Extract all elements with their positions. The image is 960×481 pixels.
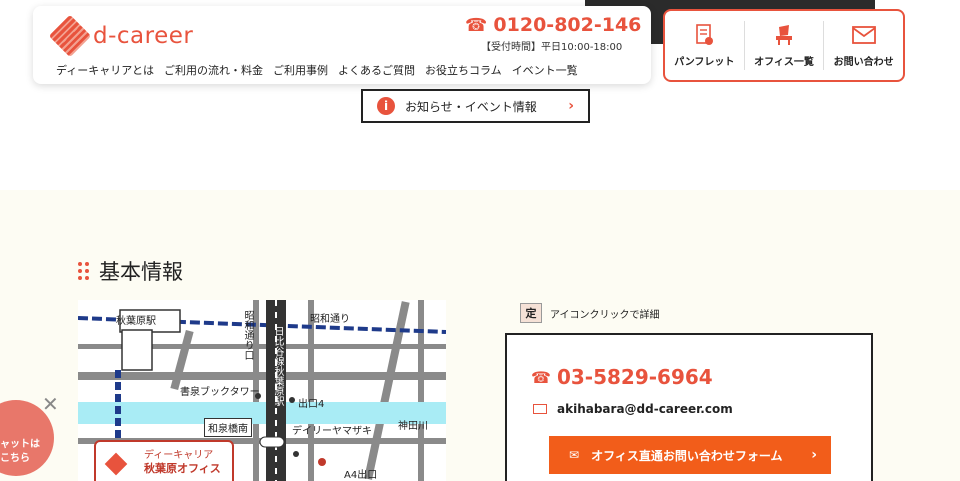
- office-contact-card: ☎ 03-5829-6964 akihabara@dd-career.com ✉…: [505, 333, 873, 481]
- envelope-icon: ✉: [569, 448, 580, 462]
- office-list-label: オフィス一覧: [754, 57, 814, 68]
- nav-item-column[interactable]: お役立ちコラム: [425, 62, 502, 78]
- nav-item-faq[interactable]: よくあるご質問: [338, 62, 415, 78]
- logo-text: d-career: [93, 23, 194, 49]
- pamphlet-label: パンフレット: [674, 57, 735, 68]
- contact-form-label: オフィス直通お問い合わせフォーム: [591, 448, 783, 463]
- pamphlet-icon: [696, 24, 714, 45]
- map-label-station: 秋葉原駅: [116, 316, 156, 327]
- chevron-right-icon: ›: [568, 98, 574, 114]
- map-label-river: 神田川: [398, 421, 428, 432]
- tel-number: 0120-802-146: [493, 14, 642, 36]
- nav-item-cases[interactable]: ご利用事例: [273, 62, 328, 78]
- teiki-badge-icon[interactable]: 定: [520, 303, 542, 323]
- office-phone-number: 03-5829-6964: [556, 365, 713, 389]
- close-icon[interactable]: ✕: [42, 392, 59, 416]
- office-email-address: akihabara@dd-career.com: [557, 402, 733, 416]
- pamphlet-button[interactable]: パンフレット: [665, 21, 745, 70]
- access-map[interactable]: 秋葉原駅 昭和通り 昭和通り口 日比谷線秋葉原駅 書泉ブックタワー 出口4 和泉…: [78, 300, 446, 481]
- map-label-showa-street: 昭和通り: [310, 314, 350, 325]
- global-nav: ディーキャリアとは ご利用の流れ・料金 ご利用事例 よくあるご質問 お役立ちコラ…: [56, 62, 578, 78]
- map-label-hibiya-line: 日比谷線秋葉原駅: [272, 326, 283, 406]
- mail-icon: [851, 26, 876, 44]
- news-event-button[interactable]: i お知らせ・イベント情報 ›: [361, 89, 590, 123]
- map-label-daily: デイリーヤマザキ: [292, 426, 372, 437]
- teiki-note-text: アイコンクリックで詳細: [550, 309, 660, 321]
- chat-label: ャットは こちら: [0, 438, 40, 466]
- title-dots-icon: [78, 262, 89, 280]
- quick-links: パンフレット オフィス一覧 お問い合わせ: [663, 9, 905, 82]
- news-event-label: お知らせ・イベント情報: [405, 99, 537, 114]
- office-email[interactable]: akihabara@dd-career.com: [533, 402, 733, 416]
- chevron-right-icon: ›: [811, 447, 817, 463]
- logo-mark-icon: [104, 452, 128, 476]
- mail-icon: [533, 404, 547, 414]
- tel-hours: 【受付時間】平日10:00-18:00: [481, 42, 623, 53]
- map-label-exit4: 出口4: [298, 399, 325, 410]
- office-list-button[interactable]: オフィス一覧: [745, 21, 825, 70]
- teiki-note: 定 アイコンクリックで詳細: [520, 303, 660, 323]
- nav-item-events[interactable]: イベント一覧: [512, 62, 578, 78]
- map-label-exit-a4: A4出口: [344, 470, 378, 481]
- office-marker-line1: ディーキャリア: [144, 450, 214, 461]
- header: d-career ☎ 0120-802-146 【受付時間】平日10:00-18…: [33, 6, 651, 84]
- phone-icon: ☎: [531, 367, 551, 387]
- map-label-showa-exit: 昭和通り口: [242, 310, 253, 360]
- logo[interactable]: d-career: [48, 14, 194, 58]
- map-label-bridge: 和泉橋南: [204, 418, 252, 437]
- phone-icon: ☎: [465, 14, 488, 36]
- logo-mark-icon: [48, 14, 92, 58]
- tel-link[interactable]: ☎ 0120-802-146: [465, 14, 641, 36]
- chat-label-line1: ャットは: [0, 439, 40, 450]
- office-marker-line2: 秋葉原オフィス: [144, 462, 221, 475]
- contact-form-button[interactable]: ✉ オフィス直通お問い合わせフォーム ›: [549, 436, 831, 474]
- chat-label-line2: こちら: [0, 453, 30, 464]
- section-title-text: 基本情報: [99, 260, 183, 284]
- contact-label: お問い合わせ: [833, 57, 894, 68]
- nav-item-flow[interactable]: ご利用の流れ・料金: [164, 62, 263, 78]
- office-chair-icon: [776, 25, 792, 45]
- office-marker-card: ディーキャリア 秋葉原オフィス: [94, 440, 234, 481]
- map-label-bookstore: 書泉ブックタワー: [180, 387, 260, 398]
- section-title: 基本情報: [78, 256, 183, 286]
- office-phone[interactable]: ☎ 03-5829-6964: [531, 365, 713, 389]
- nav-item-about[interactable]: ディーキャリアとは: [56, 62, 154, 78]
- info-icon: i: [377, 97, 395, 115]
- contact-button[interactable]: お問い合わせ: [824, 21, 903, 70]
